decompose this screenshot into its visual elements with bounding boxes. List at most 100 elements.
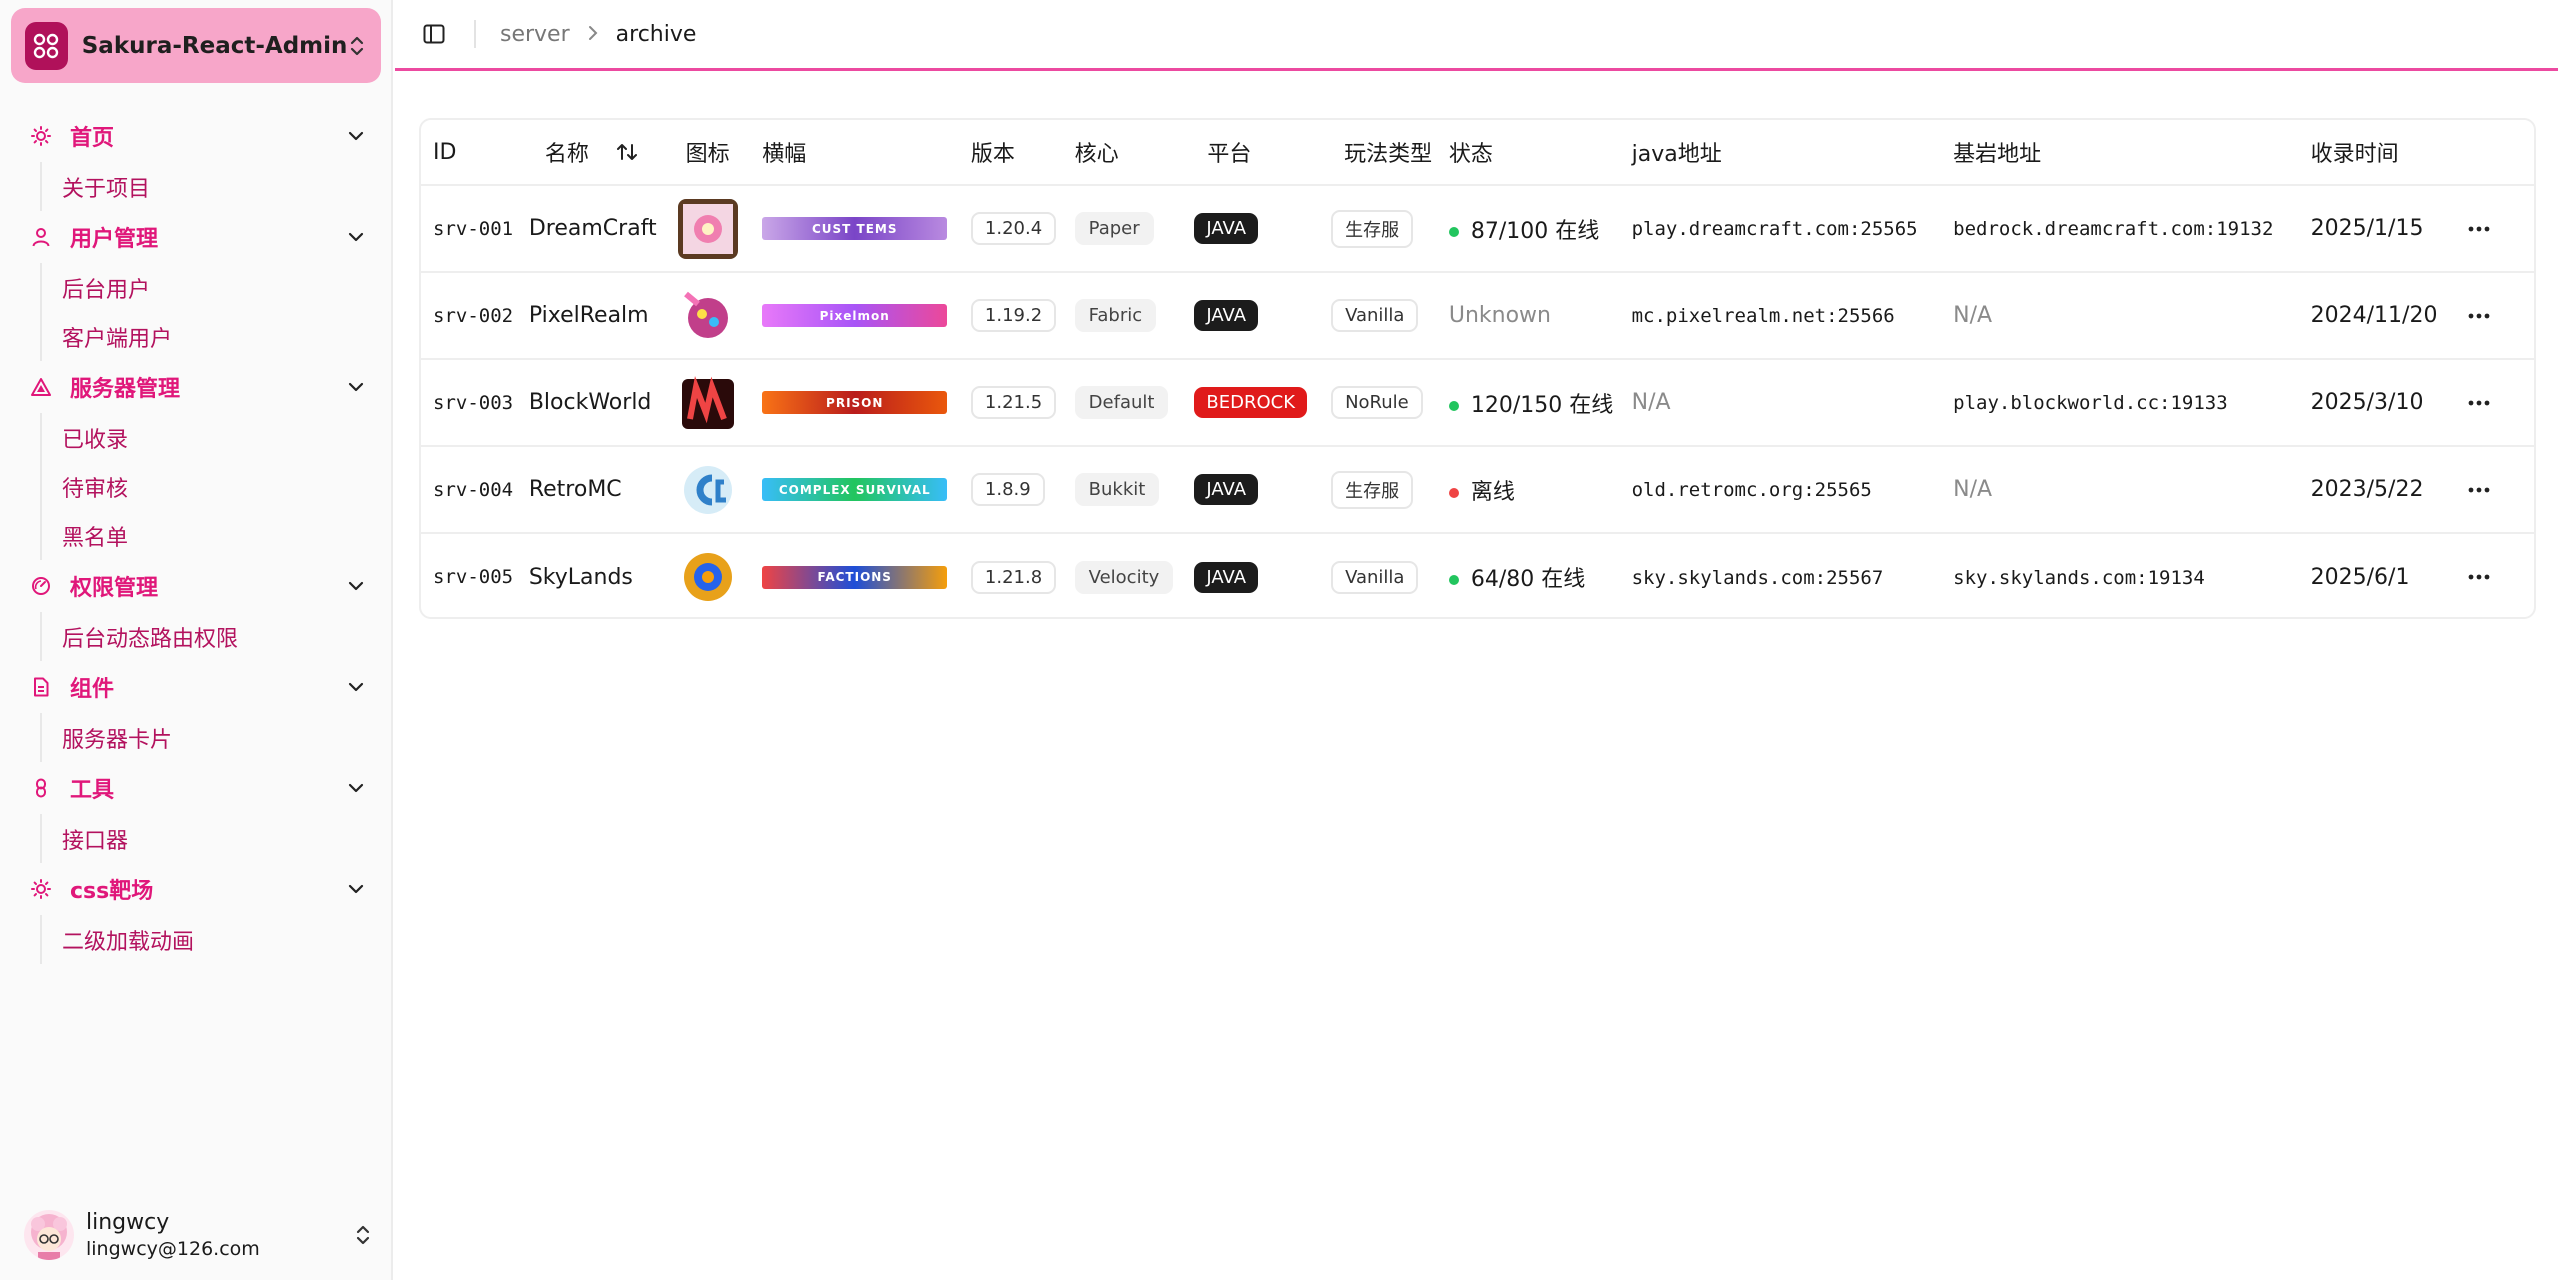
arrow-up-down-icon[interactable] [616,141,638,169]
table-row[interactable]: srv-005 SkyLands FACTIONS 1.21.8 Velocity JAV… [421,533,2534,617]
chevron-down-icon [345,226,367,248]
cell-bedrock: bedrock.dreamcraft.com:19132 [1953,185,2311,273]
sidebar-item[interactable]: 关于项目 [62,162,393,211]
mode-badge: Vanilla [1331,560,1419,594]
nav-group-toggle[interactable]: 工具 [0,762,393,814]
cell-id: srv-005 [433,566,514,588]
sidebar-toggle-button[interactable] [420,20,448,48]
java-address: N/A [1631,390,1671,415]
cell-date: 2025/1/15 [2310,185,2460,273]
status-dot [1448,575,1459,585]
sidebar-item[interactable]: 接口器 [62,814,393,863]
triangle-icon [30,376,52,398]
cell-banner: CUST TEMS [762,185,971,273]
nav-group-toggle[interactable]: 权限管理 [0,560,393,612]
nav-group-label: 服务器管理 [70,377,181,402]
table-row[interactable]: srv-001 DreamCraft CUST TEMS 1.20.4 Paper JAV… [421,185,2534,273]
table-row[interactable]: srv-003 BlockWorld PRISON 1.21.5 Default BEDR… [421,359,2534,447]
cell-icon [677,359,763,447]
brand-switcher[interactable]: Sakura-React-Admin [11,8,381,83]
status-text: 离线 [1470,479,1515,505]
cell-platform: JAVA [1194,446,1332,534]
column-header-name[interactable]: 名称 [524,120,678,186]
mode-badge: Vanilla [1331,299,1419,332]
cell-core: Paper [1074,185,1195,273]
nav-group-toggle[interactable]: 服务器管理 [0,361,393,413]
cell-banner: FACTIONS [762,533,971,617]
more-horizontal-icon[interactable] [2459,301,2499,331]
java-address: play.dreamcraft.com:25565 [1631,218,1918,240]
server-table: ID 名称 图标 横幅 版本 核心 平台 玩法类型 状态 java地址 基岩地址… [419,118,2536,619]
more-horizontal-icon[interactable] [2459,562,2499,592]
core-badge: Default [1074,386,1169,419]
cell-banner: PRISON [762,359,971,447]
avatar [24,1210,74,1260]
core-badge: Fabric [1074,299,1157,332]
cell-name: PixelRealm [524,272,678,360]
sidebar-item[interactable]: 待审核 [62,462,393,511]
java-address: mc.pixelrealm.net:25566 [1631,305,1895,327]
cell-bedrock: N/A [1953,272,2311,360]
divider [474,20,476,48]
nav-group-toggle[interactable]: css靶场 [0,863,393,915]
cell-core: Velocity [1074,533,1195,617]
cell-java: old.retromc.org:25565 [1631,446,1954,534]
nav-submenu: 接口器 [40,814,393,863]
platform-badge: BEDROCK [1194,387,1308,418]
server-icon [678,460,738,520]
sidebar-item[interactable]: 已收录 [62,413,393,462]
sidebar-item[interactable]: 客户端用户 [62,312,393,361]
cell-platform: BEDROCK [1194,359,1332,447]
more-horizontal-icon[interactable] [2459,388,2499,418]
status-dot [1448,226,1459,237]
nav-group-label: 首页 [70,126,115,151]
nav-submenu: 后台动态路由权限 [40,612,393,661]
banner-text: FACTIONS [817,570,892,584]
cell-java: mc.pixelrealm.net:25566 [1631,272,1954,360]
user-menu[interactable]: lingwcy lingwcy@126.com [24,1200,374,1270]
nav-group-toggle[interactable]: 首页 [0,110,393,162]
column-header-name-label: 名称 [544,141,589,167]
sidebar-item[interactable]: 服务器卡片 [62,713,393,762]
chevron-down-icon [345,575,367,597]
cell-name: SkyLands [528,564,633,590]
cell-status: 64/80 在线 [1448,533,1632,617]
cell-core: Default [1074,359,1195,447]
bedrock-address: play.blockworld.cc:19133 [1953,392,2228,414]
sidebar-item[interactable]: 黑名单 [62,511,393,560]
cell-icon [677,446,763,534]
cell-id: srv-001 [421,185,525,273]
cell-id: srv-003 [421,359,525,447]
cell-platform: JAVA [1194,185,1332,273]
column-header-core: 核心 [1074,120,1195,186]
cell-status: 离线 [1448,446,1632,534]
nav-group-toggle[interactable]: 组件 [0,661,393,713]
java-address: old.retromc.org:25565 [1631,479,1872,501]
version-badge: 1.21.5 [970,386,1057,419]
server-icon [678,373,738,433]
more-horizontal-icon[interactable] [2459,214,2499,244]
sidebar-item[interactable]: 后台用户 [62,263,393,312]
sidebar-item[interactable]: 后台动态路由权限 [62,612,393,661]
cell-core: Bukkit [1074,446,1195,534]
cell-actions [2459,359,2534,447]
nav-group: 组件 服务器卡片 [0,661,393,762]
cell-version: 1.21.5 [970,359,1075,447]
column-header-java: java地址 [1631,120,1954,186]
nav-group-label: 工具 [70,778,115,803]
more-horizontal-icon[interactable] [2459,475,2499,505]
version-badge: 1.19.2 [970,299,1057,332]
core-badge: Velocity [1074,560,1174,594]
cell-banner: COMPLEX SURVIVAL [762,446,971,534]
sidebar-item[interactable]: 二级加载动画 [62,915,393,964]
cell-version: 1.8.9 [970,446,1075,534]
breadcrumb-item-server[interactable]: server [500,22,570,47]
top-bar: server archive [395,0,2558,71]
cell-status: Unknown [1448,272,1632,360]
table-row[interactable]: srv-004 RetroMC COMPLEX SURVIVAL 1.8.9 Bukki… [421,446,2534,534]
nav-submenu: 已收录 待审核 黑名单 [40,413,393,560]
table-row[interactable]: srv-002 PixelRealm Pixelmon 1.19.2 Fabric JAV… [421,272,2534,360]
nav-group-toggle[interactable]: 用户管理 [0,211,393,263]
status-dot [1448,487,1459,498]
java-address: sky.skylands.com:25567 [1631,566,1884,589]
